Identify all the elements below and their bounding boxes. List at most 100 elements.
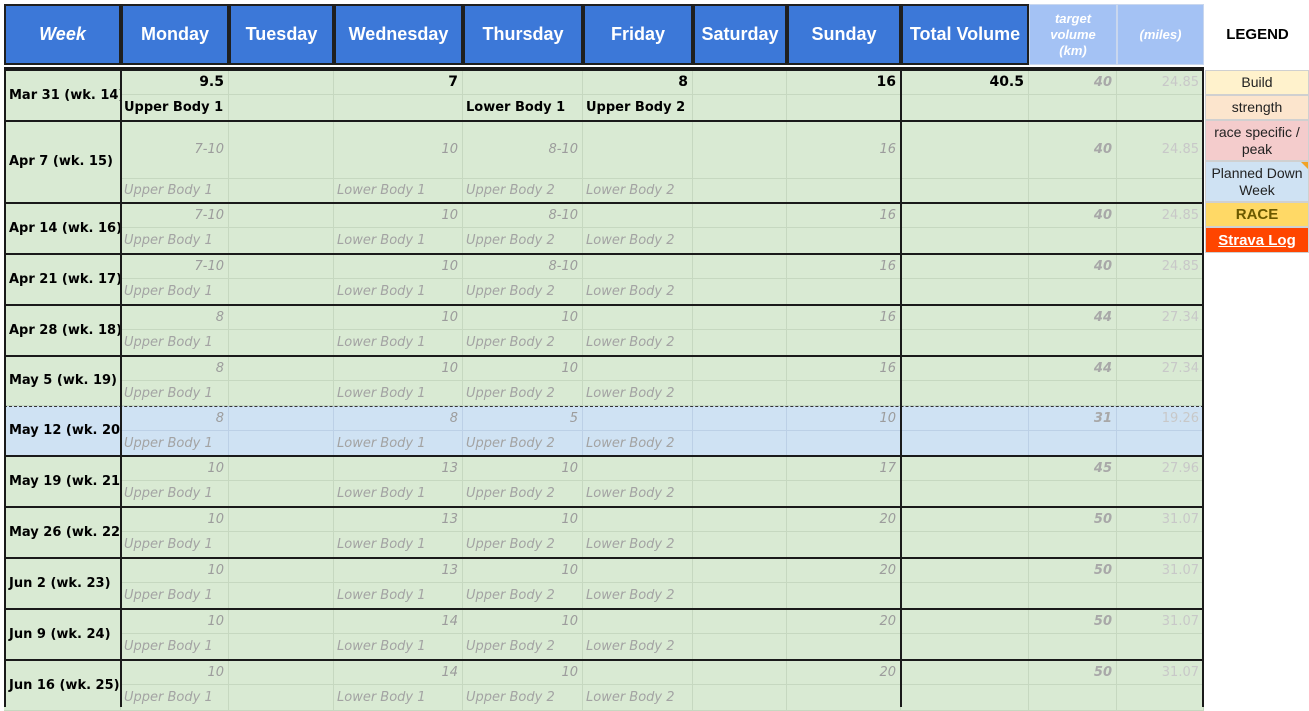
distance-cell-mon[interactable]: 10 [121, 507, 229, 532]
distance-cell-sun[interactable]: 10 [787, 406, 901, 431]
distance-cell-tue[interactable] [229, 70, 334, 95]
strength-cell-total[interactable] [901, 381, 1029, 406]
distance-cell-sat[interactable] [693, 660, 787, 685]
total-volume-cell[interactable] [901, 203, 1029, 228]
distance-cell-sat[interactable] [693, 406, 787, 431]
strength-cell-tue[interactable] [229, 381, 334, 406]
strength-cell-total[interactable] [901, 634, 1029, 660]
strength-cell-total[interactable] [901, 431, 1029, 456]
strength-cell-miles[interactable] [1117, 381, 1204, 406]
strength-cell-wed[interactable]: Lower Body 1 [334, 583, 463, 609]
distance-cell-wed[interactable]: 8 [334, 406, 463, 431]
strength-cell-sat[interactable] [693, 330, 787, 356]
distance-cell-wed[interactable]: 13 [334, 558, 463, 583]
strength-cell-fri[interactable]: Lower Body 2 [583, 481, 693, 507]
week-label[interactable]: Mar 31 (wk. 14) [4, 70, 121, 121]
strength-cell-miles[interactable] [1117, 583, 1204, 609]
distance-cell-fri[interactable] [583, 203, 693, 228]
strength-cell-sun[interactable] [787, 481, 901, 507]
distance-cell-mon[interactable]: 8 [121, 356, 229, 381]
strength-cell-total[interactable] [901, 532, 1029, 558]
strength-cell-miles[interactable] [1117, 431, 1204, 456]
strength-cell-mon[interactable]: Upper Body 1 [121, 532, 229, 558]
week-label[interactable]: May 19 (wk. 21) [4, 456, 121, 507]
distance-cell-tue[interactable] [229, 254, 334, 279]
strength-cell-thu[interactable]: Upper Body 2 [463, 583, 583, 609]
distance-cell-sun[interactable]: 16 [787, 254, 901, 279]
strength-cell-miles[interactable] [1117, 532, 1204, 558]
strength-cell-sun[interactable] [787, 279, 901, 305]
distance-cell-thu[interactable]: 10 [463, 660, 583, 685]
header-tuesday[interactable]: Tuesday [229, 4, 334, 65]
strength-cell-total[interactable] [901, 481, 1029, 507]
header-miles[interactable]: (miles) [1117, 4, 1204, 65]
legend-build[interactable]: Build [1205, 70, 1309, 95]
strength-cell-sun[interactable] [787, 381, 901, 406]
total-volume-cell[interactable] [901, 507, 1029, 532]
strength-cell-total[interactable] [901, 583, 1029, 609]
strength-cell-fri[interactable]: Lower Body 2 [583, 634, 693, 660]
strength-cell-sun[interactable] [787, 634, 901, 660]
strength-cell-mon[interactable]: Upper Body 1 [121, 685, 229, 711]
miles-cell[interactable]: 27.34 [1117, 356, 1204, 381]
target-volume-cell[interactable]: 44 [1029, 305, 1117, 330]
strength-cell-thu[interactable]: Upper Body 2 [463, 481, 583, 507]
distance-cell-sat[interactable] [693, 254, 787, 279]
strength-cell-tue[interactable] [229, 481, 334, 507]
strength-cell-total[interactable] [901, 179, 1029, 203]
strength-cell-sun[interactable] [787, 431, 901, 456]
strength-cell-fri[interactable]: Lower Body 2 [583, 330, 693, 356]
strength-cell-total[interactable] [901, 228, 1029, 254]
strength-cell-thu[interactable]: Upper Body 2 [463, 330, 583, 356]
strength-cell-sat[interactable] [693, 431, 787, 456]
distance-cell-mon[interactable]: 7-10 [121, 203, 229, 228]
distance-cell-mon[interactable]: 9.5 [121, 70, 229, 95]
strength-cell-fri[interactable]: Lower Body 2 [583, 179, 693, 203]
distance-cell-fri[interactable] [583, 660, 693, 685]
miles-cell[interactable]: 31.07 [1117, 609, 1204, 634]
week-label[interactable]: Apr 7 (wk. 15) [4, 121, 121, 203]
header-target-volume[interactable]: target volume (km) [1029, 4, 1117, 65]
distance-cell-tue[interactable] [229, 121, 334, 179]
distance-cell-sun[interactable]: 16 [787, 203, 901, 228]
strength-cell-mon[interactable]: Upper Body 1 [121, 481, 229, 507]
distance-cell-sat[interactable] [693, 558, 787, 583]
header-friday[interactable]: Friday [583, 4, 693, 65]
strength-cell-target[interactable] [1029, 381, 1117, 406]
strength-cell-target[interactable] [1029, 532, 1117, 558]
strength-cell-thu[interactable]: Upper Body 2 [463, 381, 583, 406]
strength-cell-fri[interactable]: Lower Body 2 [583, 228, 693, 254]
strength-cell-wed[interactable]: Lower Body 1 [334, 532, 463, 558]
target-volume-cell[interactable]: 40 [1029, 254, 1117, 279]
distance-cell-thu[interactable]: 8-10 [463, 254, 583, 279]
strength-cell-sat[interactable] [693, 179, 787, 203]
target-volume-cell[interactable]: 40 [1029, 121, 1117, 179]
strength-cell-thu[interactable]: Upper Body 2 [463, 634, 583, 660]
distance-cell-mon[interactable]: 8 [121, 305, 229, 330]
strength-cell-target[interactable] [1029, 330, 1117, 356]
distance-cell-wed[interactable]: 10 [334, 305, 463, 330]
strength-cell-sat[interactable] [693, 634, 787, 660]
distance-cell-thu[interactable]: 8-10 [463, 203, 583, 228]
strength-cell-wed[interactable]: Lower Body 1 [334, 431, 463, 456]
strength-cell-miles[interactable] [1117, 481, 1204, 507]
strength-cell-miles[interactable] [1117, 330, 1204, 356]
strength-cell-tue[interactable] [229, 583, 334, 609]
header-thursday[interactable]: Thursday [463, 4, 583, 65]
distance-cell-thu[interactable]: 5 [463, 406, 583, 431]
distance-cell-tue[interactable] [229, 660, 334, 685]
strength-cell-total[interactable] [901, 685, 1029, 711]
distance-cell-sat[interactable] [693, 70, 787, 95]
target-volume-cell[interactable]: 40 [1029, 203, 1117, 228]
distance-cell-sun[interactable]: 20 [787, 558, 901, 583]
strength-cell-fri[interactable]: Lower Body 2 [583, 685, 693, 711]
miles-cell[interactable]: 31.07 [1117, 507, 1204, 532]
strength-cell-thu[interactable]: Lower Body 1 [463, 95, 583, 121]
total-volume-cell[interactable]: 40.5 [901, 70, 1029, 95]
distance-cell-sun[interactable]: 20 [787, 507, 901, 532]
strava-log-link[interactable]: Strava Log [1205, 227, 1309, 253]
header-week[interactable]: Week [4, 4, 121, 65]
target-volume-cell[interactable]: 50 [1029, 558, 1117, 583]
strength-cell-total[interactable] [901, 279, 1029, 305]
strength-cell-mon[interactable]: Upper Body 1 [121, 381, 229, 406]
